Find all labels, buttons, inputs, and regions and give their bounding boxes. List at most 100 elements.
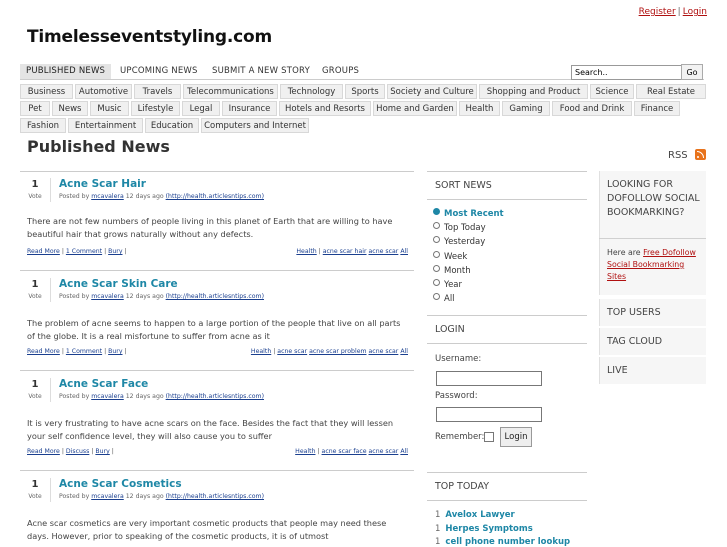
category-business[interactable]: Business xyxy=(20,84,73,99)
category-link[interactable]: Health xyxy=(251,348,271,355)
author-link[interactable]: mcavalera xyxy=(91,393,124,400)
site-title[interactable]: Timelesseventstyling.com xyxy=(27,27,272,47)
live-header[interactable]: Live xyxy=(607,364,628,378)
tag-link[interactable]: acne scar face xyxy=(322,448,367,455)
category-sports[interactable]: Sports xyxy=(345,84,385,99)
category-music[interactable]: Music xyxy=(90,101,129,116)
category-science[interactable]: Science xyxy=(590,84,634,99)
search-input[interactable] xyxy=(571,65,683,80)
source-link[interactable]: (http://health.articlesntips.com) xyxy=(166,493,264,500)
top-today-link[interactable]: Avelox Lawyer xyxy=(445,510,514,520)
vote-label[interactable]: Vote xyxy=(20,493,50,500)
radio-icon[interactable] xyxy=(433,279,440,286)
comment-link[interactable]: 1 Comment xyxy=(66,248,102,255)
login-link[interactable]: Login xyxy=(683,7,707,17)
tag-link[interactable]: All xyxy=(400,248,408,255)
vote-count[interactable]: 1 xyxy=(20,179,50,190)
story-title[interactable]: Acne Scar Face xyxy=(59,378,148,390)
sort-all[interactable]: All xyxy=(433,293,455,304)
top-users-header[interactable]: Top Users xyxy=(607,306,661,320)
vote-count[interactable]: 1 xyxy=(20,479,50,490)
category-real-estate[interactable]: Real Estate xyxy=(636,84,706,99)
tag-link[interactable]: acne scar hair xyxy=(323,248,367,255)
category-legal[interactable]: Legal xyxy=(182,101,220,116)
category-shopping-product[interactable]: Shopping and Product xyxy=(479,84,588,99)
category-computers-internet[interactable]: Computers and Internet xyxy=(201,118,309,133)
bury-link[interactable]: Bury xyxy=(108,348,122,355)
tag-link[interactable]: acne scar problem xyxy=(309,348,366,355)
remember-checkbox[interactable] xyxy=(484,432,494,442)
nav-submit-story[interactable]: Submit a New Story xyxy=(212,64,310,79)
radio-selected-icon[interactable] xyxy=(433,208,440,215)
category-travels[interactable]: Travels xyxy=(134,84,181,99)
source-link[interactable]: (http://health.articlesntips.com) xyxy=(166,193,264,200)
sort-month[interactable]: Month xyxy=(433,265,471,276)
category-hotels-resorts[interactable]: Hotels and Resorts xyxy=(279,101,371,116)
category-fashion[interactable]: Fashion xyxy=(20,118,66,133)
sort-week[interactable]: Week xyxy=(433,251,467,262)
login-button[interactable]: Login xyxy=(500,427,532,447)
author-link[interactable]: mcavalera xyxy=(91,293,124,300)
radio-icon[interactable] xyxy=(433,251,440,258)
nav-groups[interactable]: Groups xyxy=(322,64,359,79)
author-link[interactable]: mcavalera xyxy=(91,493,124,500)
category-technology[interactable]: Technology xyxy=(280,84,343,99)
category-food-drink[interactable]: Food and Drink xyxy=(552,101,632,116)
bury-link[interactable]: Bury xyxy=(108,248,122,255)
tag-link[interactable]: acne scar xyxy=(369,448,399,455)
tag-link[interactable]: All xyxy=(400,348,408,355)
vote-count[interactable]: 1 xyxy=(20,279,50,290)
source-link[interactable]: (http://health.articlesntips.com) xyxy=(166,393,264,400)
vote-label[interactable]: Vote xyxy=(20,293,50,300)
top-today-link[interactable]: cell phone number lookup xyxy=(445,537,570,547)
username-input[interactable] xyxy=(436,371,542,386)
category-entertainment[interactable]: Entertainment xyxy=(68,118,143,133)
category-education[interactable]: Education xyxy=(145,118,199,133)
top-today-link[interactable]: Herpes Symptoms xyxy=(445,524,532,534)
nav-upcoming-news[interactable]: Upcoming News xyxy=(120,64,198,79)
story-title[interactable]: Acne Scar Hair xyxy=(59,178,146,190)
category-home-garden[interactable]: Home and Garden xyxy=(373,101,457,116)
radio-icon[interactable] xyxy=(433,222,440,229)
category-link[interactable]: Health xyxy=(296,248,316,255)
category-pet[interactable]: Pet xyxy=(20,101,50,116)
search-go-button[interactable]: Go xyxy=(681,64,703,80)
radio-icon[interactable] xyxy=(433,236,440,243)
radio-icon[interactable] xyxy=(433,293,440,300)
vote-label[interactable]: Vote xyxy=(20,193,50,200)
category-lifestyle[interactable]: Lifestyle xyxy=(131,101,180,116)
category-health[interactable]: Health xyxy=(459,101,500,116)
vote-label[interactable]: Vote xyxy=(20,393,50,400)
nav-published-news[interactable]: Published News xyxy=(20,64,112,79)
discuss-link[interactable]: Discuss xyxy=(66,448,89,455)
sort-top-today[interactable]: Top Today xyxy=(433,222,486,233)
category-telecommunications[interactable]: Telecommunications xyxy=(183,84,278,99)
author-link[interactable]: mcavalera xyxy=(91,193,124,200)
category-automotive[interactable]: Automotive xyxy=(75,84,132,99)
bury-link[interactable]: Bury xyxy=(95,448,109,455)
radio-icon[interactable] xyxy=(433,265,440,272)
register-link[interactable]: Register xyxy=(639,7,676,17)
sort-year[interactable]: Year xyxy=(433,279,462,290)
category-link[interactable]: Health xyxy=(295,448,315,455)
category-gaming[interactable]: Gaming xyxy=(502,101,550,116)
password-input[interactable] xyxy=(436,407,542,422)
comment-link[interactable]: 1 Comment xyxy=(66,348,102,355)
category-finance[interactable]: Finance xyxy=(634,101,680,116)
tag-link[interactable]: acne scar xyxy=(369,348,399,355)
story-title[interactable]: Acne Scar Skin Care xyxy=(59,278,178,290)
sort-yesterday[interactable]: Yesterday xyxy=(433,236,485,247)
rss-label[interactable]: RSS xyxy=(668,150,688,161)
tag-cloud-header[interactable]: Tag Cloud xyxy=(607,335,662,349)
tag-link[interactable]: acne scar xyxy=(369,248,399,255)
tag-link[interactable]: All xyxy=(400,448,408,455)
sort-most-recent[interactable]: Most Recent xyxy=(433,208,504,219)
read-more-link[interactable]: Read More xyxy=(27,348,60,355)
category-news[interactable]: News xyxy=(52,101,88,116)
read-more-link[interactable]: Read More xyxy=(27,448,60,455)
rss-icon[interactable] xyxy=(695,149,706,160)
story-title[interactable]: Acne Scar Cosmetics xyxy=(59,478,182,490)
source-link[interactable]: (http://health.articlesntips.com) xyxy=(166,293,264,300)
vote-count[interactable]: 1 xyxy=(20,379,50,390)
read-more-link[interactable]: Read More xyxy=(27,248,60,255)
